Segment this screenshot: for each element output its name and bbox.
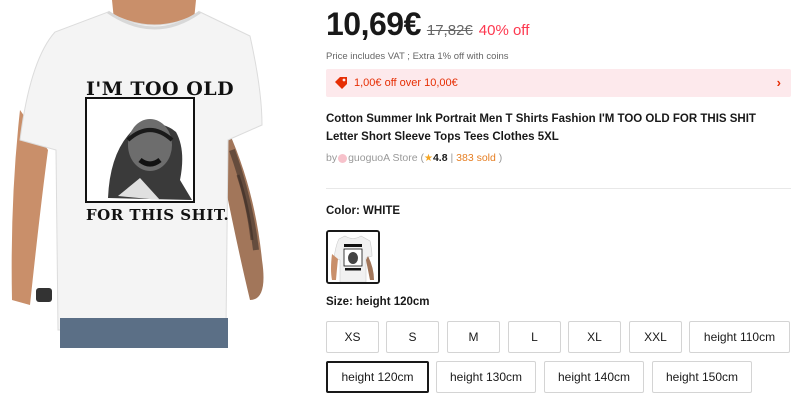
vat-note: Price includes VAT ; Extra 1% off with c…: [326, 51, 509, 62]
color-label: Color: WHITE: [326, 205, 401, 217]
size-option-xs[interactable]: XS: [326, 321, 379, 353]
store-icon: [338, 153, 348, 163]
coupon-banner[interactable]: 1,00€ off over 10,00€ ›: [326, 69, 791, 97]
coupon-tag-icon: [334, 76, 348, 90]
tshirt-model-illustration: [11, 0, 264, 348]
store-name-link[interactable]: guoguoA Store: [348, 152, 417, 164]
size-option-height-120cm[interactable]: height 120cm: [326, 361, 429, 393]
sold-count: 383 sold: [456, 152, 496, 164]
size-option-s[interactable]: S: [386, 321, 439, 353]
size-option-height-130cm[interactable]: height 130cm: [436, 361, 536, 393]
color-option-white[interactable]: [326, 230, 380, 284]
store-info: by guoguoA Store (★4.8 | 383 sold ): [326, 152, 502, 164]
store-rating: 4.8: [432, 152, 448, 164]
size-option-height-150cm[interactable]: height 150cm: [652, 361, 752, 393]
current-price: 10,69€: [326, 6, 421, 42]
size-label: Size: height 120cm: [326, 296, 430, 308]
product-title: Cotton Summer Ink Portrait Men T Shirts …: [326, 113, 756, 143]
discount-badge: 40% off: [478, 22, 530, 39]
size-option-height-140cm[interactable]: height 140cm: [544, 361, 644, 393]
size-option-l[interactable]: L: [508, 321, 561, 353]
shirt-print-bottom-text: FOR THIS SHIT.: [86, 206, 230, 224]
shirt-print-top-text: I'M TOO OLD: [86, 78, 235, 100]
store-prefix: by: [326, 152, 338, 164]
size-option-xl[interactable]: XL: [568, 321, 621, 353]
star-icon: ★: [424, 153, 433, 164]
store-close-paren: ): [498, 152, 503, 164]
store-separator: |: [450, 152, 454, 164]
size-option-height-110cm[interactable]: height 110cm: [689, 321, 790, 353]
size-option-m[interactable]: M: [447, 321, 500, 353]
product-main-image[interactable]: I'M TOO OLD FOR THIS SHIT.: [0, 0, 300, 401]
coupon-text: 1,00€ off over 10,00€: [354, 77, 458, 89]
size-option-xxl[interactable]: XXL: [629, 321, 682, 353]
section-divider: [326, 188, 791, 189]
chevron-right-icon[interactable]: ›: [777, 75, 781, 90]
color-swatch-thumbnail: [328, 232, 378, 282]
price-row: 10,69€ 17,82€ 40% off: [326, 6, 529, 43]
original-price: 17,82€: [426, 22, 473, 39]
